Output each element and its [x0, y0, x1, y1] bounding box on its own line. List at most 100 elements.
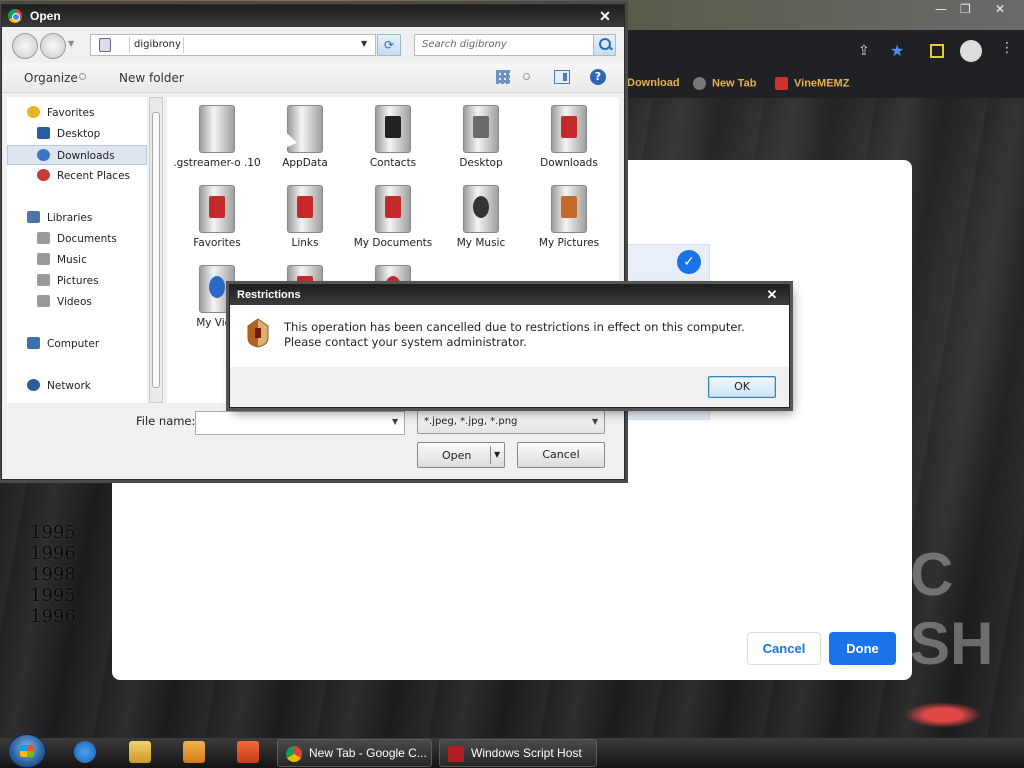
sidebar-item-label: Network	[47, 380, 91, 392]
recent-places-icon	[37, 169, 50, 181]
sidebar-item-computer[interactable]: Computer	[7, 334, 147, 354]
bookmark-download[interactable]: Download	[627, 77, 680, 89]
taskbar-item-label: Windows Script Host	[471, 746, 582, 760]
view-dropdown-icon[interactable]	[523, 73, 530, 80]
file-label: Downloads	[540, 157, 598, 169]
web-done-button[interactable]: Done	[829, 632, 896, 665]
sidebar-item-label: Libraries	[47, 212, 93, 224]
sidebar-toggle-icon[interactable]	[930, 44, 944, 58]
sidebar-item-label: Videos	[57, 296, 92, 308]
sidebar-item-music[interactable]: Music	[7, 250, 147, 270]
organize-button[interactable]: Organize	[24, 71, 78, 85]
sidebar-item-label: Recent Places	[57, 170, 131, 182]
app-pin-icon[interactable]	[237, 741, 259, 763]
open-dialog-close-button[interactable]: ✕	[594, 7, 616, 25]
taskbar-item-chrome[interactable]: New Tab - Google C...	[277, 739, 432, 767]
back-button[interactable]	[12, 33, 38, 59]
filename-input[interactable]: ▼	[195, 411, 405, 435]
recent-locations-dropdown-icon[interactable]: ▼	[68, 39, 74, 48]
restrictions-close-button[interactable]: ✕	[761, 286, 783, 304]
open-button-label: Open	[442, 449, 472, 462]
organize-dropdown-icon[interactable]	[79, 73, 86, 80]
sidebar-item-downloads[interactable]: Downloads	[7, 145, 147, 165]
user-folder-icon	[99, 38, 111, 52]
menu-kebab-icon[interactable]: ⋮	[1000, 40, 1018, 58]
restrictions-titlebar[interactable]: Restrictions ✕	[230, 285, 789, 305]
change-view-icon[interactable]	[496, 70, 510, 84]
open-options-dropdown-icon[interactable]: ▼	[494, 450, 500, 459]
sidebar-item-pictures[interactable]: Pictures	[7, 271, 147, 291]
bookmark-new-tab[interactable]: New Tab	[693, 77, 756, 90]
globe-icon	[693, 77, 706, 90]
ok-button[interactable]: OK	[708, 376, 776, 398]
restriction-shield-icon	[247, 318, 269, 348]
file-item[interactable]: Favorites	[173, 185, 261, 250]
vinememz-icon	[775, 77, 788, 90]
cancel-button[interactable]: Cancel	[517, 442, 605, 468]
sidebar-item-documents[interactable]: Documents	[7, 229, 147, 249]
search-input[interactable]: Search digibrony	[414, 34, 616, 56]
sidebar-item-network[interactable]: Network	[7, 376, 147, 396]
taskbar-item-script-host[interactable]: Windows Script Host	[439, 739, 597, 767]
start-button[interactable]	[8, 734, 46, 768]
file-item[interactable]: My Music	[437, 185, 525, 250]
forward-button[interactable]	[40, 33, 66, 59]
desktop-icon	[37, 127, 50, 139]
open-button[interactable]: Open ▼	[417, 442, 505, 468]
sidebar-item-label: Documents	[57, 233, 117, 245]
breadcrumb-location[interactable]: digibrony	[134, 39, 181, 50]
open-file-dialog: Open ✕ ▼ digibrony ▼ ⟳ Search digibrony …	[1, 4, 625, 480]
file-item[interactable]: Contacts	[349, 105, 437, 170]
split-divider	[490, 446, 491, 464]
file-explorer-icon[interactable]	[129, 741, 151, 763]
address-dropdown-icon[interactable]: ▼	[361, 39, 367, 48]
profile-avatar-icon[interactable]	[960, 40, 982, 62]
restrictions-dialog: Restrictions ✕ This operation has been c…	[229, 284, 790, 408]
address-bar[interactable]: digibrony ▼	[90, 34, 376, 56]
sidebar-item-videos[interactable]: Videos	[7, 292, 147, 312]
file-item[interactable]: Links	[261, 185, 349, 250]
sidebar-item-recent-places[interactable]: Recent Places	[7, 166, 147, 186]
sidebar-item-desktop[interactable]: Desktop	[7, 124, 147, 144]
libraries-icon	[27, 211, 40, 223]
file-type-filter-select[interactable]: *.jpeg, *.jpg, *.png ▼	[417, 410, 605, 434]
restore-icon[interactable]: ❐	[960, 2, 971, 16]
refresh-button[interactable]: ⟳	[377, 34, 401, 56]
star-bookmark-icon[interactable]: ★	[890, 41, 908, 60]
share-icon[interactable]: ⇪	[858, 43, 876, 61]
folder-icon	[199, 105, 235, 153]
minimize-icon[interactable]: —	[935, 2, 947, 16]
file-item[interactable]: AppData	[261, 105, 349, 170]
scrollbar-thumb[interactable]	[152, 112, 160, 388]
file-item[interactable]: Desktop	[437, 105, 525, 170]
links-glyph	[297, 196, 313, 218]
chrome-icon	[8, 9, 22, 23]
my-documents-glyph	[385, 196, 401, 218]
help-icon[interactable]: ?	[590, 69, 606, 85]
favorites-glyph	[209, 196, 225, 218]
web-cancel-button[interactable]: Cancel	[747, 632, 821, 665]
sidebar-item-favorites[interactable]: Favorites	[7, 103, 147, 123]
background-year-list: 1995 1996 1998 1995 1996	[30, 522, 76, 627]
file-item[interactable]: My Documents	[349, 185, 437, 250]
open-dialog-titlebar[interactable]: Open ✕	[2, 5, 624, 27]
filename-dropdown-icon[interactable]: ▼	[392, 417, 398, 426]
sidebar-item-libraries[interactable]: Libraries	[7, 208, 147, 228]
file-type-filter-value: *.jpeg, *.jpg, *.png	[424, 416, 518, 427]
sidebar-item-label: Desktop	[57, 128, 101, 140]
file-item[interactable]: Downloads	[525, 105, 613, 170]
file-label: My Music	[456, 237, 506, 249]
preview-pane-icon[interactable]	[554, 70, 570, 84]
contacts-glyph	[385, 116, 401, 138]
search-icon[interactable]	[593, 35, 615, 55]
bookmark-vinememz[interactable]: VineMEMZ	[775, 77, 849, 90]
file-item[interactable]: My Pictures	[525, 185, 613, 250]
internet-explorer-icon[interactable]	[74, 741, 96, 763]
new-folder-button[interactable]: New folder	[119, 71, 184, 85]
file-label: Links	[291, 237, 319, 249]
file-item[interactable]: .gstreamer-o .10	[173, 105, 261, 170]
my-music-folder-icon	[463, 185, 499, 233]
navigation-scrollbar[interactable]	[149, 97, 163, 403]
media-player-icon[interactable]	[183, 741, 205, 763]
window-close-icon[interactable]: ✕	[995, 2, 1005, 16]
